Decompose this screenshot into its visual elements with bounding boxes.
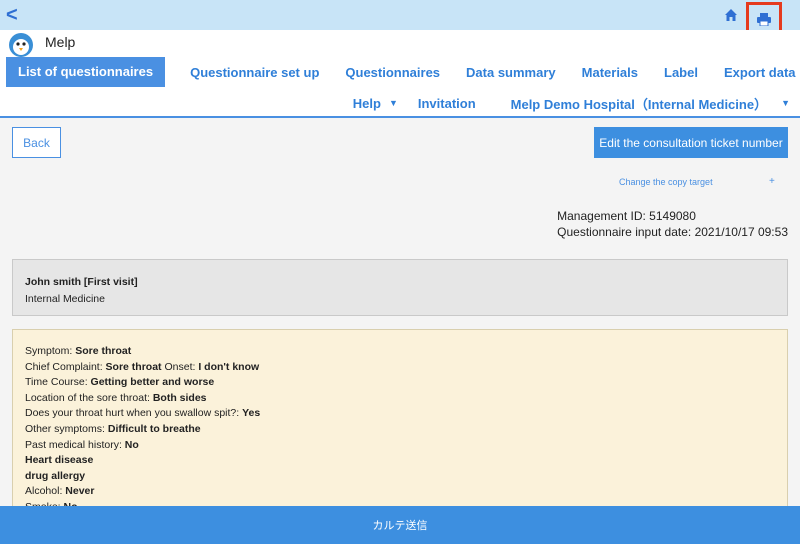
tab-list-of-questionnaires[interactable]: List of questionnaires: [6, 57, 166, 87]
answer-label: Alcohol:: [25, 485, 66, 498]
chevron-down-icon: ▼: [388, 98, 398, 108]
answer-value: Heart disease: [25, 454, 94, 467]
hospital-label: Melp Demo Hospital（Internal Medicine）: [510, 96, 768, 112]
answer-value: drug allergy: [25, 469, 86, 482]
change-copy-target-link[interactable]: Change the copy target: [619, 177, 713, 187]
answer-line: Location of the sore throat: Both sides: [25, 391, 775, 407]
answer-value: Yes: [242, 407, 261, 420]
answer-value: Sore throat: [75, 345, 132, 357]
answer-value: Sore throat: [105, 360, 162, 373]
answer-line: Heart disease: [25, 453, 775, 469]
back-button[interactable]: Back: [12, 127, 61, 158]
penguin-logo-icon: [9, 33, 33, 57]
patient-name: John smith [First visit]: [25, 276, 138, 288]
input-date: Questionnaire input date: 2021/10/17 09:…: [557, 225, 788, 239]
answer-line: Chief Complaint: Sore throat Onset: I do…: [25, 360, 775, 376]
answer-label: Past medical history:: [25, 438, 125, 451]
answer-value: Both sides: [152, 391, 207, 404]
answer-value: I don't know: [198, 360, 260, 373]
answer-line: Does your throat hurt when you swallow s…: [25, 406, 775, 422]
answer-line: Alcohol: Never: [25, 484, 775, 500]
secondary-nav: Help ▼ Invitation Melp Demo Hospital（Int…: [353, 94, 790, 112]
send-chart-button[interactable]: カルテ送信: [0, 506, 800, 544]
answer-line: Symptom: Sore throat: [25, 344, 775, 360]
answer-label: Location of the sore throat:: [25, 391, 153, 404]
answer-line: Past medical history: No: [25, 438, 775, 454]
tab-label[interactable]: Label: [664, 65, 698, 80]
tab-materials[interactable]: Materials: [582, 65, 638, 80]
answer-label: Onset:: [161, 360, 199, 373]
app-name: Melp: [45, 34, 76, 50]
invitation-link[interactable]: Invitation: [418, 96, 476, 111]
answer-line: Other symptoms: Difficult to breathe: [25, 422, 775, 438]
help-label: Help: [352, 95, 381, 111]
tab-questionnaire-set-up[interactable]: Questionnaire set up: [190, 65, 319, 80]
answer-value: Difficult to breathe: [107, 422, 201, 435]
record-meta: Management ID: 5149080 Questionnaire inp…: [557, 208, 788, 240]
top-bar: <: [0, 0, 800, 36]
answer-label: Chief Complaint:: [25, 360, 106, 373]
answer-value: No: [124, 438, 139, 451]
header: Melp List of questionnaires Questionnair…: [0, 30, 800, 118]
management-id: Management ID: 5149080: [557, 209, 696, 223]
tab-questionnaires[interactable]: Questionnaires: [345, 65, 440, 80]
answer-value: Never: [65, 485, 95, 498]
answer-label: Does your throat hurt when you swallow s…: [25, 407, 243, 420]
chevron-down-icon: ▼: [781, 98, 790, 108]
back-arrow-icon[interactable]: <: [6, 4, 18, 26]
answer-line: drug allergy: [25, 469, 775, 485]
edit-ticket-number-button[interactable]: Edit the consultation ticket number: [594, 127, 788, 158]
hospital-menu[interactable]: Melp Demo Hospital（Internal Medicine） ▼: [511, 94, 790, 113]
help-menu[interactable]: Help ▼: [353, 96, 398, 111]
tab-export-data[interactable]: Export data: [724, 65, 796, 80]
questionnaire-answers: Symptom: Sore throat Chief Complaint: So…: [12, 329, 788, 519]
answer-label: Other symptoms:: [25, 422, 108, 435]
answer-label: Time Course:: [25, 376, 91, 389]
patient-department: Internal Medicine: [25, 293, 105, 305]
patient-info: John smith [First visit] Internal Medici…: [12, 259, 788, 316]
main-nav: List of questionnaires Questionnaire set…: [6, 57, 800, 87]
home-icon[interactable]: [724, 8, 738, 22]
plus-icon[interactable]: +: [769, 176, 775, 187]
tab-data-summary[interactable]: Data summary: [466, 65, 556, 80]
answer-value: Getting better and worse: [90, 376, 215, 389]
answer-line: Time Course: Getting better and worse: [25, 375, 775, 391]
print-icon: [757, 12, 771, 26]
answer-label: Symptom:: [25, 345, 76, 357]
